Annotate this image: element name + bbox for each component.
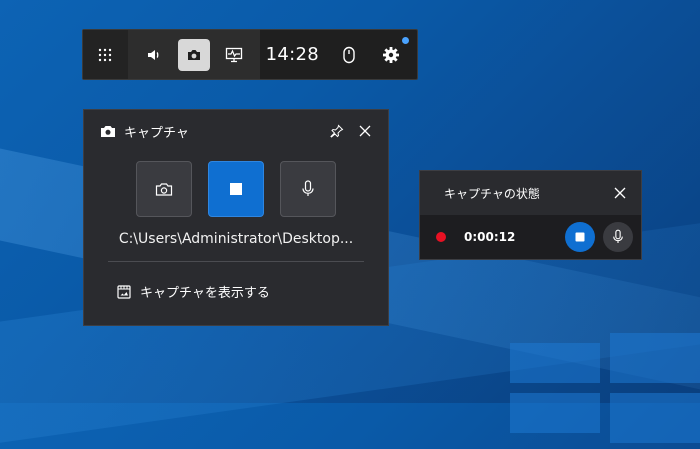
game-bar: 14:28 [82, 29, 418, 80]
audio-button[interactable] [138, 39, 170, 71]
status-body: 0:00:12 [420, 215, 641, 259]
camera-icon [101, 126, 115, 137]
close-capture-button[interactable] [354, 120, 376, 142]
mouse-icon [343, 46, 355, 63]
microphone-button[interactable] [280, 161, 336, 217]
audio-icon [147, 49, 159, 60]
camera-icon [155, 183, 173, 196]
settings-icon [383, 46, 399, 63]
show-captures-label: キャプチャを表示する [140, 286, 270, 301]
status-microphone-button[interactable] [603, 222, 633, 252]
clock-time: 14:28 [265, 44, 319, 65]
notification-badge [402, 36, 409, 44]
capture-buttons [84, 161, 388, 217]
capture-widget: キャプチャ C:\Users\Administrator\Desktop... … [83, 109, 389, 326]
clock: 14:28 [260, 30, 333, 79]
capture-icon [187, 49, 200, 60]
gamebar-right [333, 30, 417, 79]
settings-button[interactable] [375, 36, 409, 71]
capture-button[interactable] [177, 38, 210, 71]
status-title: キャプチャの状態 [444, 186, 540, 201]
mouse-button[interactable] [333, 39, 365, 71]
show-captures-link[interactable]: キャプチャを表示する [116, 282, 388, 301]
microphone-icon [302, 180, 314, 196]
widget-menu-button[interactable] [83, 30, 128, 79]
gallery-icon [117, 284, 131, 299]
stop-recording-button[interactable] [208, 161, 264, 217]
performance-button[interactable] [218, 39, 250, 71]
close-icon [614, 187, 626, 199]
recording-indicator-icon [436, 232, 446, 242]
screenshot-button[interactable] [136, 161, 192, 217]
capture-status-widget: キャプチャの状態 0:00:12 [419, 170, 642, 260]
capture-header: キャプチャ [84, 110, 388, 152]
widget-buttons [127, 30, 260, 79]
desktop-windows-logo [470, 303, 700, 443]
widget-menu-icon [99, 48, 112, 61]
stop-icon [575, 232, 585, 242]
recording-timer: 0:00:12 [464, 230, 516, 244]
close-status-button[interactable] [609, 182, 631, 204]
microphone-icon [613, 229, 623, 243]
pin-button[interactable] [326, 120, 348, 142]
divider [108, 261, 364, 262]
status-stop-button[interactable] [565, 222, 595, 252]
performance-icon [225, 47, 242, 62]
close-icon [359, 125, 371, 137]
capture-title: キャプチャ [124, 125, 189, 141]
pin-icon [330, 124, 344, 138]
save-path[interactable]: C:\Users\Administrator\Desktop... [84, 231, 388, 247]
stop-icon [230, 183, 242, 195]
status-header: キャプチャの状態 [420, 171, 641, 215]
